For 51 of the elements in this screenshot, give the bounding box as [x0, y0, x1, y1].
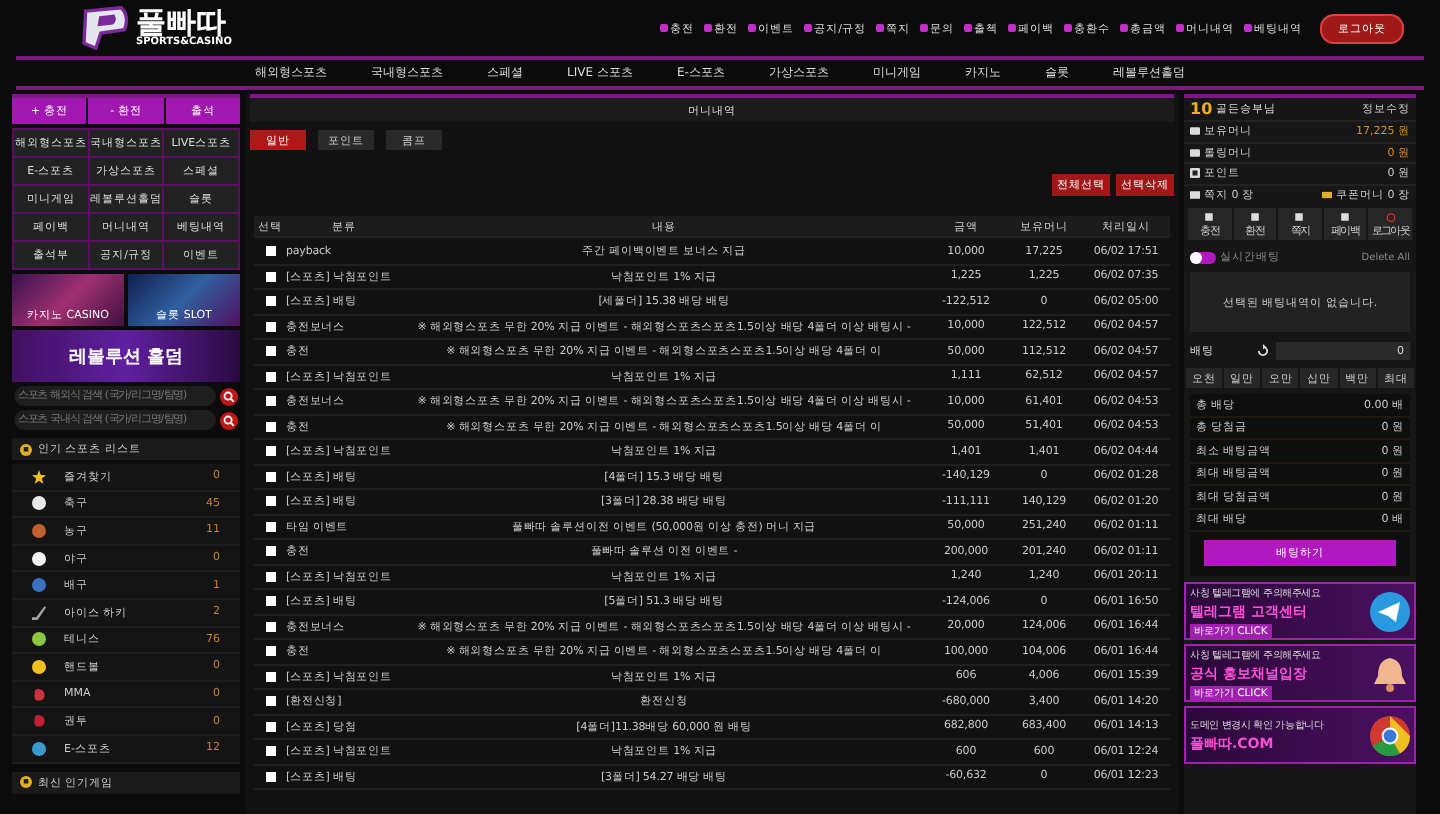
row-checkbox[interactable]: [265, 521, 275, 532]
row-checkbox[interactable]: [265, 621, 275, 632]
square-icon: [1249, 211, 1260, 221]
row-checkbox[interactable]: [265, 321, 275, 332]
row-checkbox[interactable]: [265, 596, 275, 607]
power-icon: [1385, 211, 1396, 221]
row-checkbox[interactable]: [265, 371, 275, 382]
square-icon: [1340, 211, 1351, 221]
toggle-switch[interactable]: [1190, 251, 1216, 263]
row-checkbox[interactable]: [265, 646, 275, 657]
row-checkbox[interactable]: [265, 271, 275, 282]
row-checkbox[interactable]: [265, 771, 275, 782]
browser-logo-icon: [1370, 715, 1410, 755]
logo-title: 풀빠따: [136, 8, 226, 38]
paper-plane-icon: [1370, 591, 1410, 631]
bullet-icon: [876, 24, 884, 32]
bullet-icon: [1244, 24, 1252, 32]
row-checkbox[interactable]: [265, 396, 275, 407]
row-checkbox[interactable]: [265, 696, 275, 707]
row-checkbox[interactable]: [265, 571, 275, 582]
row-checkbox[interactable]: [265, 421, 275, 432]
row-checkbox[interactable]: [265, 446, 275, 457]
search-icon[interactable]: [220, 387, 238, 405]
bullet-icon: [704, 24, 713, 32]
promo-banner[interactable]: 레볼루션 홀덤: [12, 330, 240, 382]
bullet-icon: [660, 24, 669, 32]
row-checkbox[interactable]: [265, 746, 275, 757]
bullet-icon: [920, 24, 928, 32]
row-checkbox[interactable]: [265, 346, 275, 357]
bullet-icon: [804, 24, 813, 32]
row-checkbox[interactable]: [265, 496, 275, 507]
square-icon: [1294, 211, 1305, 221]
bullet-icon: [1008, 24, 1016, 32]
bullet-icon: [1176, 24, 1184, 32]
row-checkbox[interactable]: [265, 296, 275, 307]
bell-icon: [1370, 653, 1410, 693]
bullet-icon: [964, 24, 972, 32]
row-checkbox[interactable]: [265, 471, 275, 482]
shield-logo-icon: [80, 6, 132, 50]
square-icon: [1204, 211, 1215, 221]
search-icon[interactable]: [220, 411, 238, 429]
row-checkbox[interactable]: [265, 671, 275, 682]
bullet-icon: [748, 24, 757, 32]
row-checkbox[interactable]: [265, 721, 275, 732]
bullet-icon: [1120, 24, 1128, 32]
reset-icon[interactable]: [1256, 344, 1270, 358]
bullet-icon: [1064, 24, 1072, 32]
point-icon: [1190, 168, 1200, 179]
row-checkbox[interactable]: [265, 546, 275, 557]
level-number: 10: [1190, 100, 1213, 118]
row-checkbox[interactable]: [265, 246, 275, 257]
